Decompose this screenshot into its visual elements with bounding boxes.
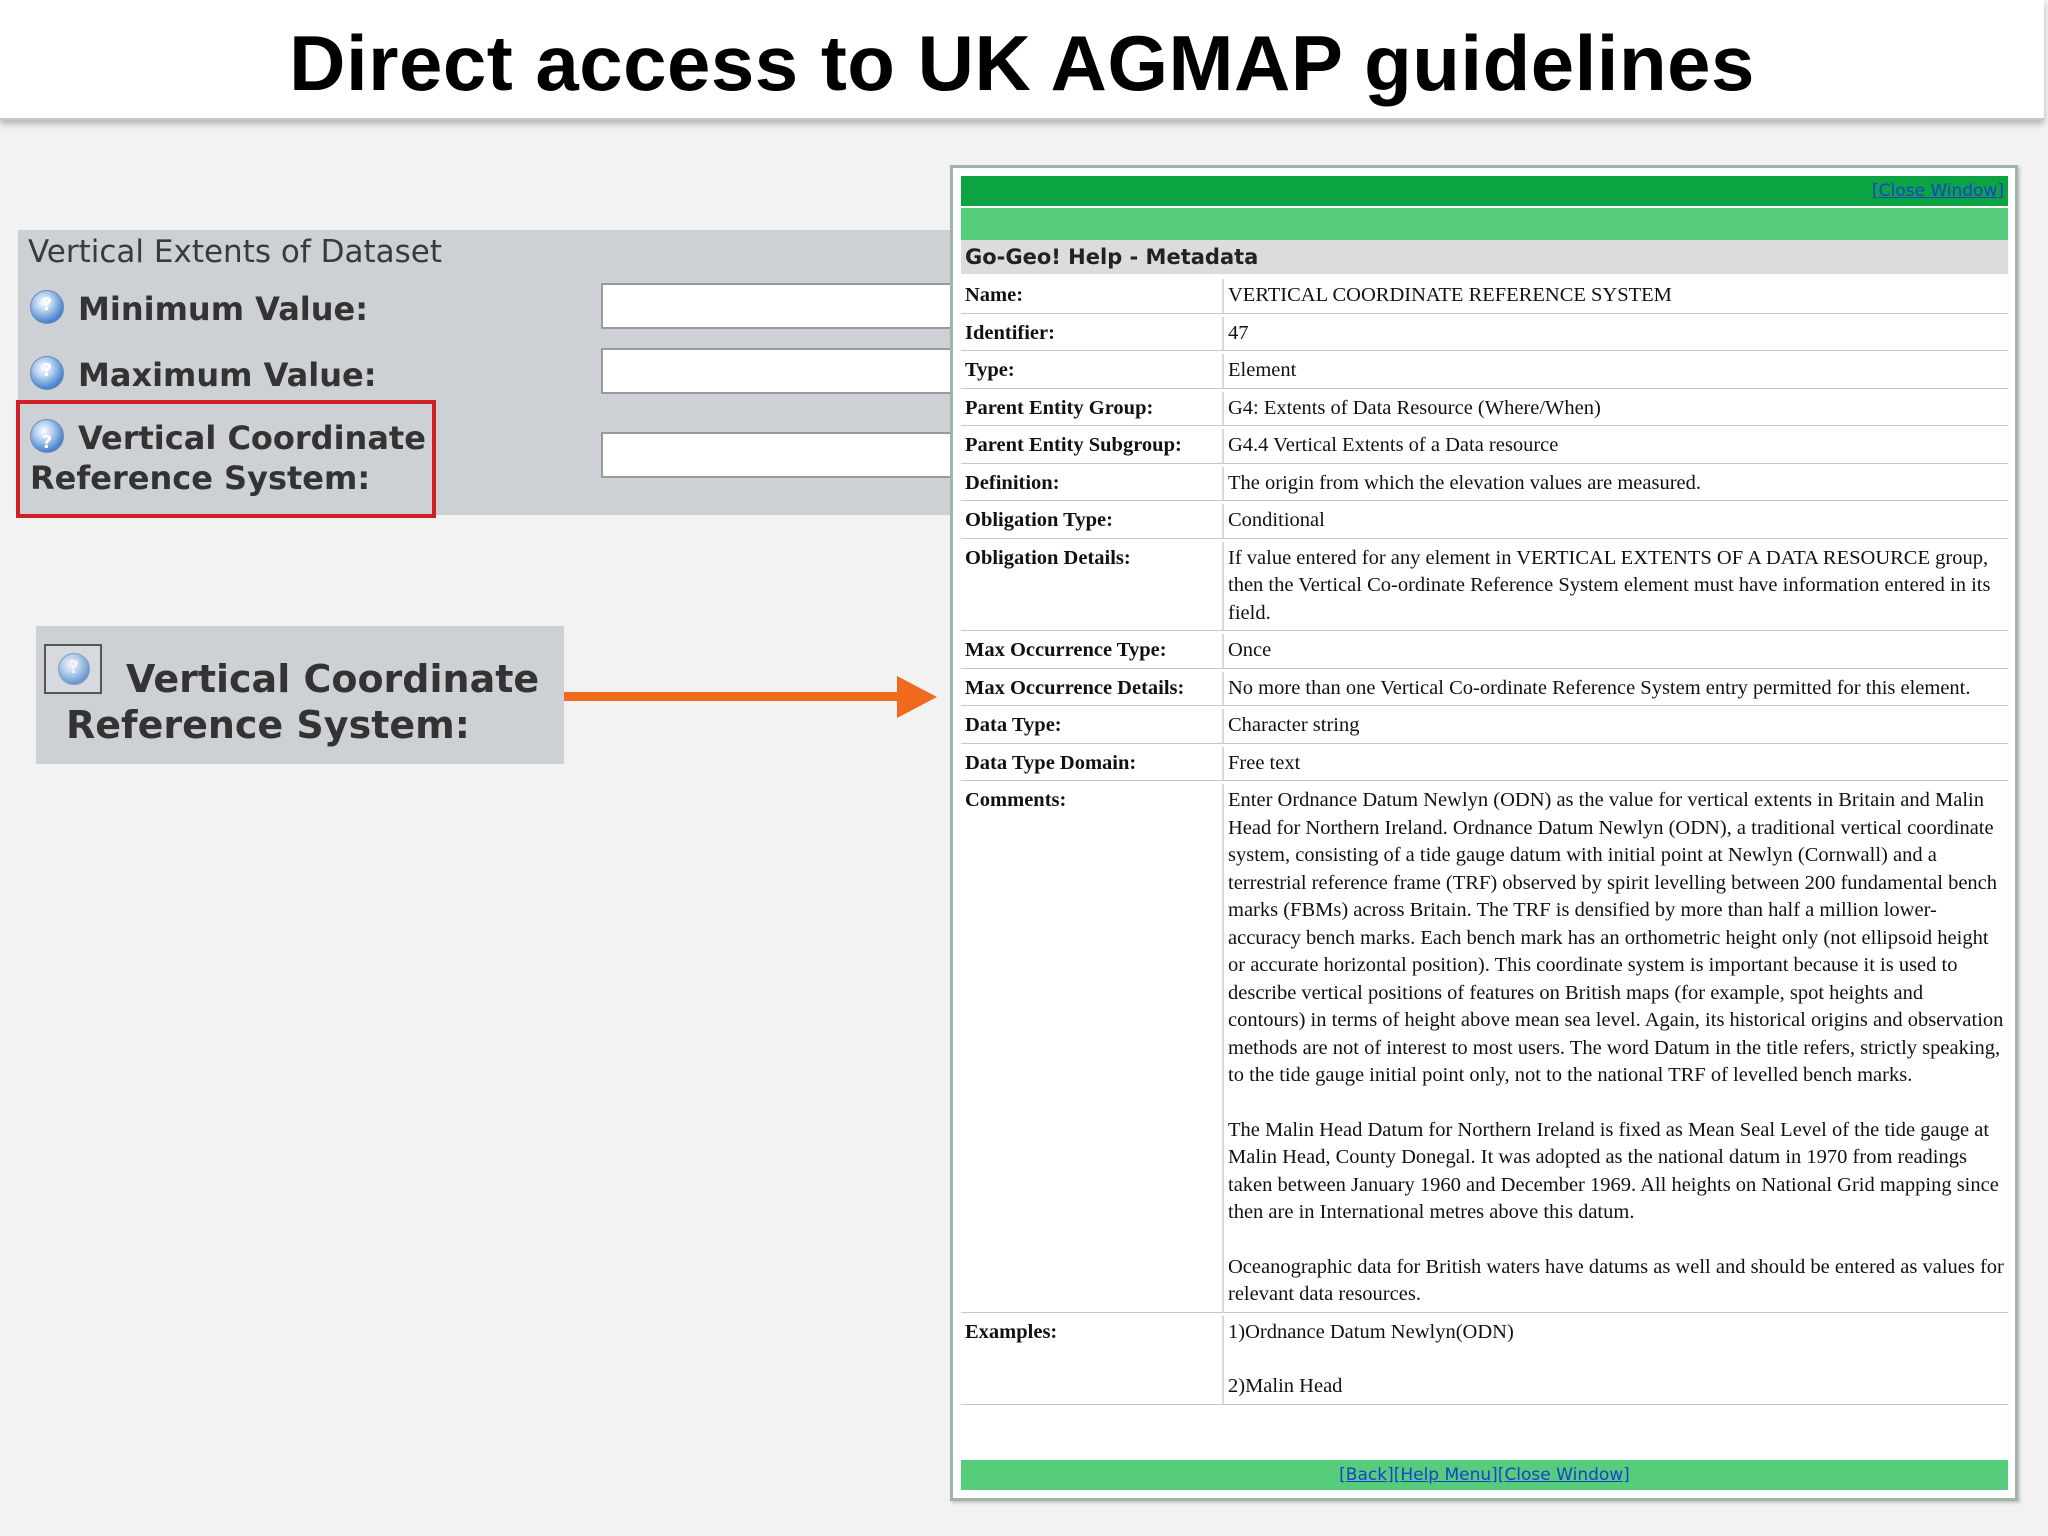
row-value: G4.4 Vertical Extents of a Data resource — [1224, 429, 2008, 464]
zoomed-label-line2: Reference System: — [66, 703, 470, 747]
maximum-value-row: Maximum Value: — [30, 356, 377, 394]
example-1: 1)Ordnance Datum Newlyn(ODN) — [1228, 1320, 1514, 1343]
row-value: VERTICAL COORDINATE REFERENCE SYSTEM — [1224, 279, 2008, 314]
row-value: 47 — [1224, 317, 2008, 351]
row-key: Data Type Domain: — [961, 746, 1224, 781]
row-value: The origin from which the elevation valu… — [1224, 467, 2008, 501]
row-key: Type: — [961, 354, 1224, 389]
row-key: Data Type: — [961, 709, 1224, 744]
slide-title: Direct access to UK AGMAP guidelines — [289, 19, 1755, 107]
metadata-table: Name: VERTICAL COORDINATE REFERENCE SYSTE… — [961, 276, 2008, 1408]
table-row: Parent Entity Group: G4: Extents of Data … — [961, 391, 2008, 426]
row-value: Free text — [1224, 747, 2008, 781]
row-key: Max Occurrence Details: — [961, 671, 1224, 706]
row-value: If value entered for any element in VERT… — [1224, 542, 2008, 631]
row-key: Obligation Type: — [961, 504, 1224, 539]
comments-paragraph-1: Enter Ordnance Datum Newlyn (ODN) as the… — [1228, 789, 2004, 1086]
comments-paragraph-3: Oceanographic data for British waters ha… — [1228, 1255, 2004, 1306]
comments-value: Enter Ordnance Datum Newlyn (ODN) as the… — [1224, 784, 2008, 1313]
example-2: 2)Malin Head — [1228, 1375, 1343, 1397]
examples-row: Examples: 1)Ordnance Datum Newlyn(ODN) 2… — [961, 1315, 2008, 1405]
row-key: Examples: — [961, 1315, 1224, 1405]
table-row: Obligation Type: Conditional — [961, 504, 2008, 539]
help-window-green-bar — [961, 208, 2008, 240]
row-key: Obligation Details: — [961, 541, 1224, 631]
vcrs-input[interactable] — [601, 432, 961, 478]
comments-row: Comments: Enter Ordnance Datum Newlyn (O… — [961, 784, 2008, 1313]
zoomed-label-line1: Vertical Coordinate — [126, 657, 540, 701]
row-key: Name: — [961, 279, 1224, 314]
help-window-top-bar: [Close Window] — [961, 176, 2008, 206]
row-key: Max Occurrence Type: — [961, 634, 1224, 669]
table-row: Obligation Details: If value entered for … — [961, 541, 2008, 631]
table-row: Parent Entity Subgroup: G4.4 Vertical Ext… — [961, 429, 2008, 464]
table-row: Type: Element — [961, 354, 2008, 389]
minimum-value-row: Minimum Value: — [30, 290, 368, 328]
row-key: Parent Entity Group: — [961, 391, 1224, 426]
row-key: Definition: — [961, 466, 1224, 501]
row-value: G4: Extents of Data Resource (Where/When… — [1224, 392, 2008, 426]
close-window-link[interactable]: [Close Window] — [1872, 181, 2004, 201]
table-row: Data Type: Character string — [961, 709, 2008, 744]
title-banner: Direct access to UK AGMAP guidelines — [0, 0, 2044, 120]
table-row: Data Type Domain: Free text — [961, 746, 2008, 781]
zoomed-label-text: Vertical Coordinate Reference System: — [66, 656, 539, 748]
arrow-head — [897, 676, 937, 718]
form-section-title: Vertical Extents of Dataset — [28, 234, 442, 270]
table-row: Definition: The origin from which the ele… — [961, 466, 2008, 501]
help-question-icon[interactable] — [30, 356, 64, 390]
arrow-right-icon — [564, 692, 899, 701]
minimum-value-input[interactable] — [601, 283, 961, 329]
table-row: Max Occurrence Type: Once — [961, 634, 2008, 669]
vcrs-highlight-box — [16, 400, 436, 518]
row-key: Identifier: — [961, 316, 1224, 351]
row-key: Parent Entity Subgroup: — [961, 429, 1224, 464]
maximum-value-input[interactable] — [601, 348, 961, 394]
maximum-value-label: Maximum Value: — [78, 356, 377, 394]
row-value: Conditional — [1224, 504, 2008, 539]
help-window-bottom-bar: [Back][Help Menu][Close Window] — [961, 1460, 2008, 1490]
help-question-icon[interactable] — [30, 290, 64, 324]
row-value: Character string — [1224, 709, 2008, 744]
help-window-title: Go-Geo! Help - Metadata — [961, 240, 2008, 274]
zoomed-vcrs-label: Vertical Coordinate Reference System: — [36, 626, 564, 764]
table-row: Identifier: 47 — [961, 316, 2008, 351]
examples-value: 1)Ordnance Datum Newlyn(ODN) 2)Malin Hea… — [1224, 1316, 2008, 1405]
row-value: No more than one Vertical Co-ordinate Re… — [1224, 672, 2008, 706]
row-value: Element — [1224, 354, 2008, 389]
bottom-navigation-links[interactable]: [Back][Help Menu][Close Window] — [1339, 1465, 1630, 1485]
table-row: Max Occurrence Details: No more than one … — [961, 671, 2008, 706]
row-value: Once — [1224, 634, 2008, 669]
row-key: Comments: — [961, 784, 1224, 1313]
minimum-value-label: Minimum Value: — [78, 290, 369, 328]
table-row: Name: VERTICAL COORDINATE REFERENCE SYSTE… — [961, 279, 2008, 314]
comments-paragraph-2: The Malin Head Datum for Northern Irelan… — [1228, 1118, 1999, 1224]
help-window: [Close Window] Go-Geo! Help - Metadata N… — [950, 165, 2018, 1501]
